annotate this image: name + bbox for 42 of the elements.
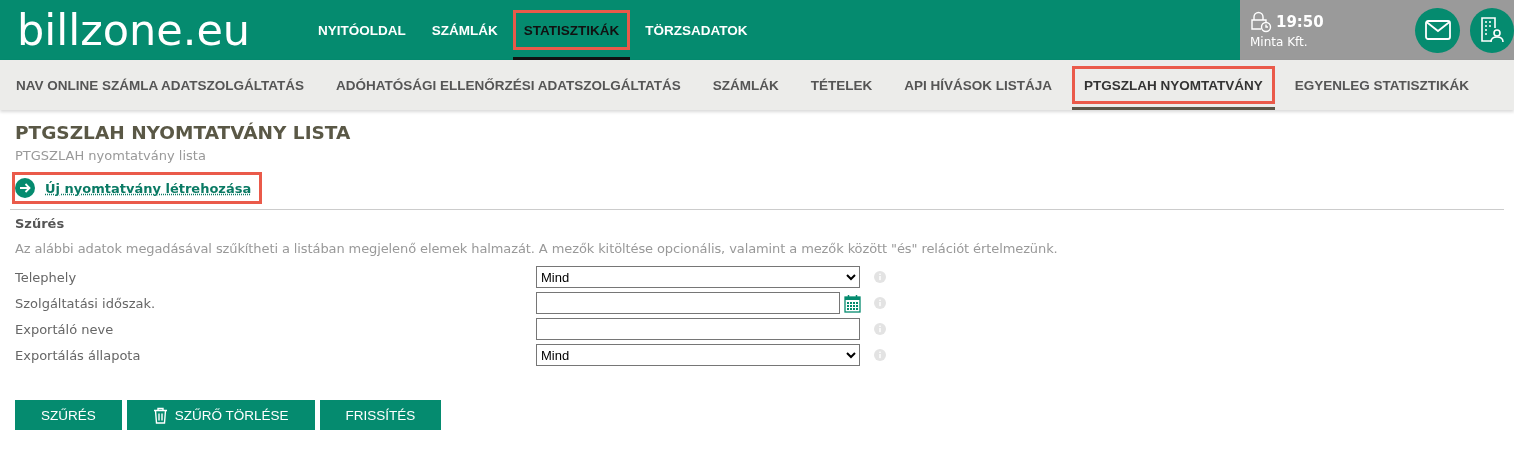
action-button[interactable]: FRISSÍTÉS (319, 400, 442, 430)
info-icon (874, 349, 886, 361)
action-button[interactable]: SZŰRŐ TÖRLÉSE (126, 400, 315, 430)
field-label: Telephely (15, 269, 78, 285)
nav-item[interactable]: TÖRZSADATOK (637, 13, 756, 47)
lock-clock-icon (1250, 11, 1272, 33)
envelope-icon (1424, 20, 1451, 40)
section-title: Szűrés (15, 216, 66, 231)
company-name: Minta Kft. (1250, 35, 1309, 49)
session-time: 19:50 (1276, 13, 1324, 31)
action-button[interactable]: SZŰRÉS (15, 400, 122, 430)
field-label: Szolgáltatási időszak. (15, 295, 157, 311)
select-field[interactable]: Mind (536, 266, 860, 288)
info-icon (874, 297, 886, 309)
tab[interactable]: PTGSZLAH NYOMTATVÁNY (1075, 69, 1272, 101)
text-field[interactable] (536, 318, 860, 340)
tab[interactable]: TÉTELEK (801, 69, 882, 101)
field-label: Exportálás állapota (15, 347, 142, 363)
info-icon (874, 323, 886, 335)
user-document-icon (1479, 17, 1504, 43)
messages-button[interactable] (1415, 7, 1460, 53)
tab[interactable]: NAV ONLINE SZÁMLA ADATSZOLGÁLTATÁS (7, 69, 313, 101)
tab[interactable]: EGYENLEG STATISZTIKÁK (1285, 69, 1479, 101)
profile-button[interactable] (1469, 7, 1514, 53)
logo[interactable]: billzone.eu (0, 0, 307, 60)
create-link[interactable]: Új nyomtatvány létrehozása (45, 180, 252, 196)
nav-item[interactable]: NYITÓOLDAL (310, 13, 414, 47)
nav-item[interactable]: SZÁMLÁK (423, 13, 506, 47)
tab[interactable]: SZÁMLÁK (703, 69, 788, 101)
tab[interactable]: API HÍVÁSOK LISTÁJA (895, 69, 1061, 101)
page-subtitle: PTGSZLAH nyomtatvány lista (15, 148, 207, 165)
calendar-icon (844, 293, 861, 313)
arrow-right-icon (15, 178, 35, 198)
tab[interactable]: ADÓHATÓSÁGI ELLENŐRZÉSI ADATSZOLGÁLTATÁS (327, 69, 690, 101)
nav-item[interactable]: STATISZTIKÁK (515, 13, 628, 47)
info-icon (874, 271, 886, 283)
date-field[interactable] (536, 292, 840, 314)
description: Az alábbi adatok megadásával szűkítheti a listában megjelenő elemek halmazát. A mezők kitöltése opcionális, valamint a mezők között "és" relációt értelmezünk. (15, 241, 1059, 256)
field-label: Exportáló neve (15, 321, 115, 337)
trash-icon (152, 406, 168, 424)
select-field[interactable]: Mind (536, 344, 860, 366)
page-title: PTGSZLAH NYOMTATVÁNY LISTA (15, 122, 352, 145)
